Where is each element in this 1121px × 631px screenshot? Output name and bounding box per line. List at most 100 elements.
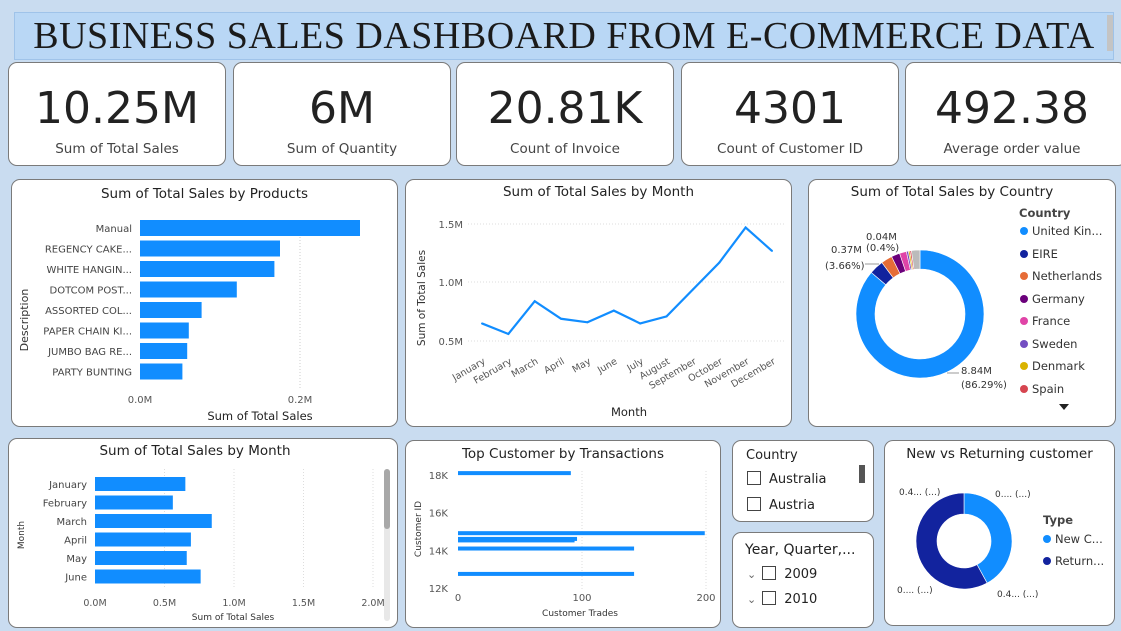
chevron-down-icon[interactable]: ⌄ [747, 593, 756, 606]
header-scrollbar[interactable] [1107, 15, 1113, 51]
month-line-chart-card[interactable]: Sum of Total Sales by Month Sum of Total… [405, 179, 792, 427]
x-tick: June [595, 356, 619, 376]
kpi-value: 10.25M [35, 83, 199, 134]
chevron-down-icon[interactable]: ⌄ [747, 568, 756, 581]
y-tick: 0.5M [438, 337, 463, 348]
dashboard-header: BUSINESS SALES DASHBOARD FROM E-COMMERCE… [14, 12, 1114, 60]
slicer-option-2010[interactable]: ⌄ 2010 [747, 591, 817, 607]
products-chart-card[interactable]: Sum of Total Sales by Products Descripti… [11, 179, 398, 427]
series-line [481, 225, 773, 336]
legend-item[interactable]: Denmark [1020, 359, 1085, 373]
bar [95, 514, 212, 528]
bar [140, 240, 280, 257]
data-label: 0.37M [831, 245, 862, 256]
legend-item[interactable]: New C... [1043, 532, 1103, 546]
data-point [560, 317, 563, 320]
y-tick: 1.0M [438, 278, 463, 289]
month-bar-chart-card[interactable]: Sum of Total Sales by Month Month Sum of… [8, 438, 398, 628]
legend-item[interactable]: Germany [1020, 292, 1085, 306]
y-tick: PARTY BUNTING [52, 368, 132, 379]
y-tick: 1.5M [438, 220, 463, 231]
legend-label: Sweden [1032, 336, 1078, 351]
checkbox[interactable] [747, 471, 761, 485]
caret-down-icon[interactable] [1059, 404, 1069, 410]
legend-label: Germany [1032, 291, 1085, 306]
slicer-title: Country [746, 448, 798, 463]
legend-marker [1020, 339, 1028, 348]
checkbox[interactable] [747, 497, 761, 511]
slicer-option-2009[interactable]: ⌄ 2009 [747, 566, 817, 582]
legend-item[interactable]: Sweden [1020, 337, 1077, 351]
kpi-label: Sum of Total Sales [55, 141, 179, 157]
legend-item[interactable]: United Kin... [1020, 224, 1102, 238]
x-tick: 1.5M [292, 598, 315, 609]
legend-label: United Kin... [1032, 224, 1103, 238]
scrollbar-thumb[interactable] [859, 465, 865, 483]
data-label: 0.4... (...) [997, 590, 1038, 600]
month-bar-chart: Month Sum of Total Sales 0.0M 0.5M 1.0M 1.5… [17, 469, 390, 623]
x-axis-label: Month [611, 405, 647, 419]
legend-item[interactable]: Spain [1020, 382, 1064, 396]
data-label: (3.66%) [825, 261, 865, 272]
option-label: Australia [769, 472, 827, 487]
bar [140, 343, 188, 359]
slicer-option-australia[interactable]: Australia [747, 471, 827, 487]
kpi-label: Count of Customer ID [717, 141, 863, 157]
data-point [744, 226, 747, 229]
x-tick: 200 [696, 593, 715, 604]
x-tick: 0.5M [153, 598, 176, 609]
legend-label: Denmark [1032, 359, 1085, 373]
data-point [691, 288, 694, 291]
legend-label: Return... [1055, 554, 1105, 568]
x-tick: May [570, 356, 593, 376]
option-label: Austria [769, 498, 815, 513]
dashboard-title: BUSINESS SALES DASHBOARD FROM E-COMMERCE… [33, 15, 1095, 57]
scrollbar-thumb[interactable] [384, 469, 390, 529]
y-tick: ASSORTED COL... [45, 306, 132, 317]
y-tick: PAPER CHAIN KI... [43, 327, 132, 338]
kpi-label: Sum of Quantity [286, 141, 398, 157]
top-customer-card[interactable]: Top Customer by Transactions Customer ID… [405, 440, 721, 628]
products-bar-chart: Description Sum of Total Sales 0.0M 0.2M… [18, 220, 360, 423]
kpi-value: 20.81K [487, 83, 643, 134]
y-tick: February [43, 499, 87, 510]
data-point [771, 249, 773, 252]
checkbox[interactable] [762, 566, 777, 580]
y-tick: January [48, 480, 87, 491]
data-label: 0.04M [866, 232, 897, 243]
kpi-card-quantity: 6M Sum of Quantity [233, 62, 451, 166]
y-tick: Manual [96, 224, 132, 235]
new-returning-card[interactable]: New vs Returning customer 0.4... (...) 0… [884, 440, 1115, 626]
year-slicer[interactable]: Year, Quarter,... ⌄ 2009 ⌄ 2010 [732, 532, 874, 628]
y-tick: 16K [429, 509, 449, 520]
y-tick: 14K [429, 546, 449, 557]
bar [95, 477, 186, 491]
legend-marker [1043, 557, 1051, 565]
legend-item[interactable]: France [1020, 314, 1070, 328]
x-tick: March [510, 356, 541, 380]
checkbox[interactable] [762, 591, 777, 605]
x-tick: 0.0M [128, 395, 153, 406]
legend-item[interactable]: EIRE [1020, 247, 1058, 261]
kpi-value: 4301 [734, 83, 846, 134]
bar [140, 322, 189, 339]
y-axis-label: Sum of Total Sales [416, 250, 428, 346]
country-donut-card[interactable]: Sum of Total Sales by Country 0.04M (0.4… [808, 179, 1116, 427]
data-point [507, 332, 510, 335]
legend-label: EIRE [1032, 246, 1058, 261]
kpi-label: Count of Invoice [510, 141, 620, 157]
legend-marker [1020, 249, 1028, 258]
y-axis-label: Month [17, 521, 27, 549]
slicer-option-austria[interactable]: Austria [747, 497, 815, 513]
country-slicer[interactable]: Country Australia Austria [732, 440, 874, 522]
y-tick: 18K [429, 471, 449, 482]
data-label: 0.... (...) [897, 586, 933, 596]
data-point [533, 300, 536, 303]
y-tick: June [64, 573, 87, 584]
kpi-card-invoice: 20.81K Count of Invoice [456, 62, 674, 166]
legend-item[interactable]: Netherlands [1020, 269, 1102, 283]
data-point [586, 321, 589, 324]
data-point [718, 261, 721, 264]
bar [458, 531, 705, 536]
legend-item[interactable]: Return... [1043, 554, 1104, 568]
